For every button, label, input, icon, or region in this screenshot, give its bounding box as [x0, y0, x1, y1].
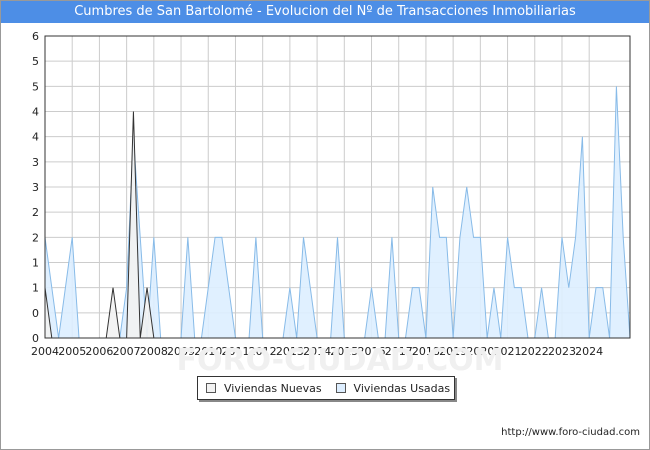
- x-tick-label: 2023: [548, 345, 576, 358]
- y-tick-label: 1: [32, 282, 39, 295]
- legend-swatch-usadas: [335, 383, 346, 393]
- x-tick-label: 2022: [521, 345, 549, 358]
- legend-item-nuevas: Viviendas Nuevas: [206, 382, 322, 395]
- legend-item-usadas: Viviendas Usadas: [335, 381, 451, 395]
- y-tick-label: 4: [32, 106, 39, 119]
- y-tick-label: 0: [32, 307, 39, 320]
- x-tick-label: 2006: [85, 345, 113, 358]
- legend-label-nuevas: Viviendas Nuevas: [224, 381, 322, 395]
- x-tick-label: 2004: [31, 345, 59, 358]
- source-link[interactable]: http://www.foro-ciudad.com: [501, 427, 640, 438]
- x-tick-label: 2005: [58, 345, 86, 358]
- x-tick-label: 2007: [113, 345, 141, 358]
- x-tick-label: 2024: [575, 345, 603, 358]
- legend-swatch-nuevas: [206, 383, 216, 393]
- y-tick-label: 2: [32, 206, 39, 219]
- chart-legend: Viviendas Nuevas Viviendas Usadas: [197, 376, 455, 400]
- y-tick-label: 5: [32, 55, 39, 68]
- y-tick-label: 3: [32, 181, 39, 194]
- x-tick-label: 2008: [140, 345, 168, 358]
- y-tick-label: 0: [32, 332, 39, 345]
- y-tick-label: 4: [32, 131, 39, 144]
- y-tick-label: 6: [32, 30, 39, 43]
- y-tick-label: 5: [32, 80, 39, 93]
- legend-label-usadas: Viviendas Usadas: [353, 381, 451, 395]
- y-tick-label: 2: [32, 231, 39, 244]
- y-tick-label: 3: [32, 156, 39, 169]
- y-tick-label: 1: [32, 257, 39, 270]
- watermark-text: FORO-CIUDAD.COM: [177, 343, 504, 378]
